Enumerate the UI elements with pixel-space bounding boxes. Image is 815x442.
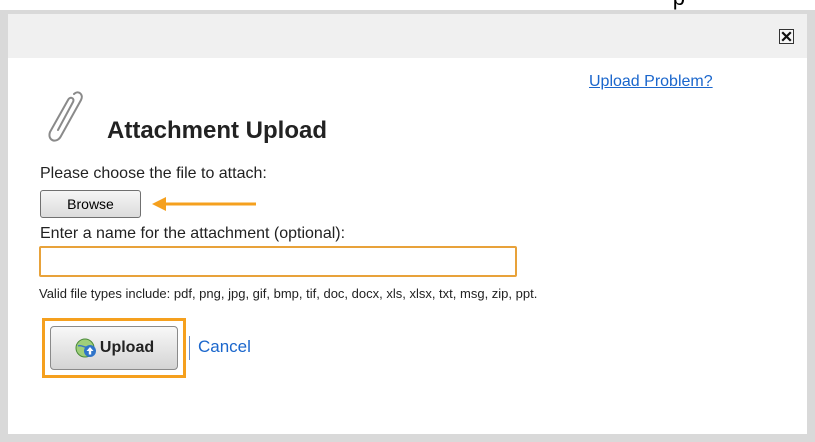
attachment-name-label: Enter a name for the attachment (optiona…	[40, 225, 346, 242]
upload-button[interactable]: Upload	[50, 326, 178, 370]
close-button[interactable]	[779, 29, 794, 44]
clipped-page-text: p	[673, 0, 685, 10]
attachment-upload-dialog: Upload Problem? Attachment Upload Please…	[8, 14, 807, 434]
cancel-link[interactable]: Cancel	[198, 337, 251, 357]
browse-button[interactable]: Browse	[40, 190, 141, 218]
upload-button-label: Upload	[99, 339, 155, 356]
attachment-name-input[interactable]	[39, 246, 517, 277]
paperclip-icon	[48, 91, 83, 142]
upload-globe-icon	[75, 338, 96, 358]
valid-file-types-note: Valid file types include: pdf, png, jpg,…	[39, 286, 538, 301]
arrow-left-icon	[152, 197, 256, 211]
choose-file-label: Please choose the file to attach:	[40, 165, 267, 182]
dialog-title: Attachment Upload	[107, 117, 328, 144]
dialog-header	[8, 14, 807, 58]
button-divider	[189, 336, 190, 360]
close-icon	[781, 31, 792, 42]
upload-problem-link[interactable]: Upload Problem?	[589, 73, 713, 91]
top-strip: p	[0, 0, 815, 10]
